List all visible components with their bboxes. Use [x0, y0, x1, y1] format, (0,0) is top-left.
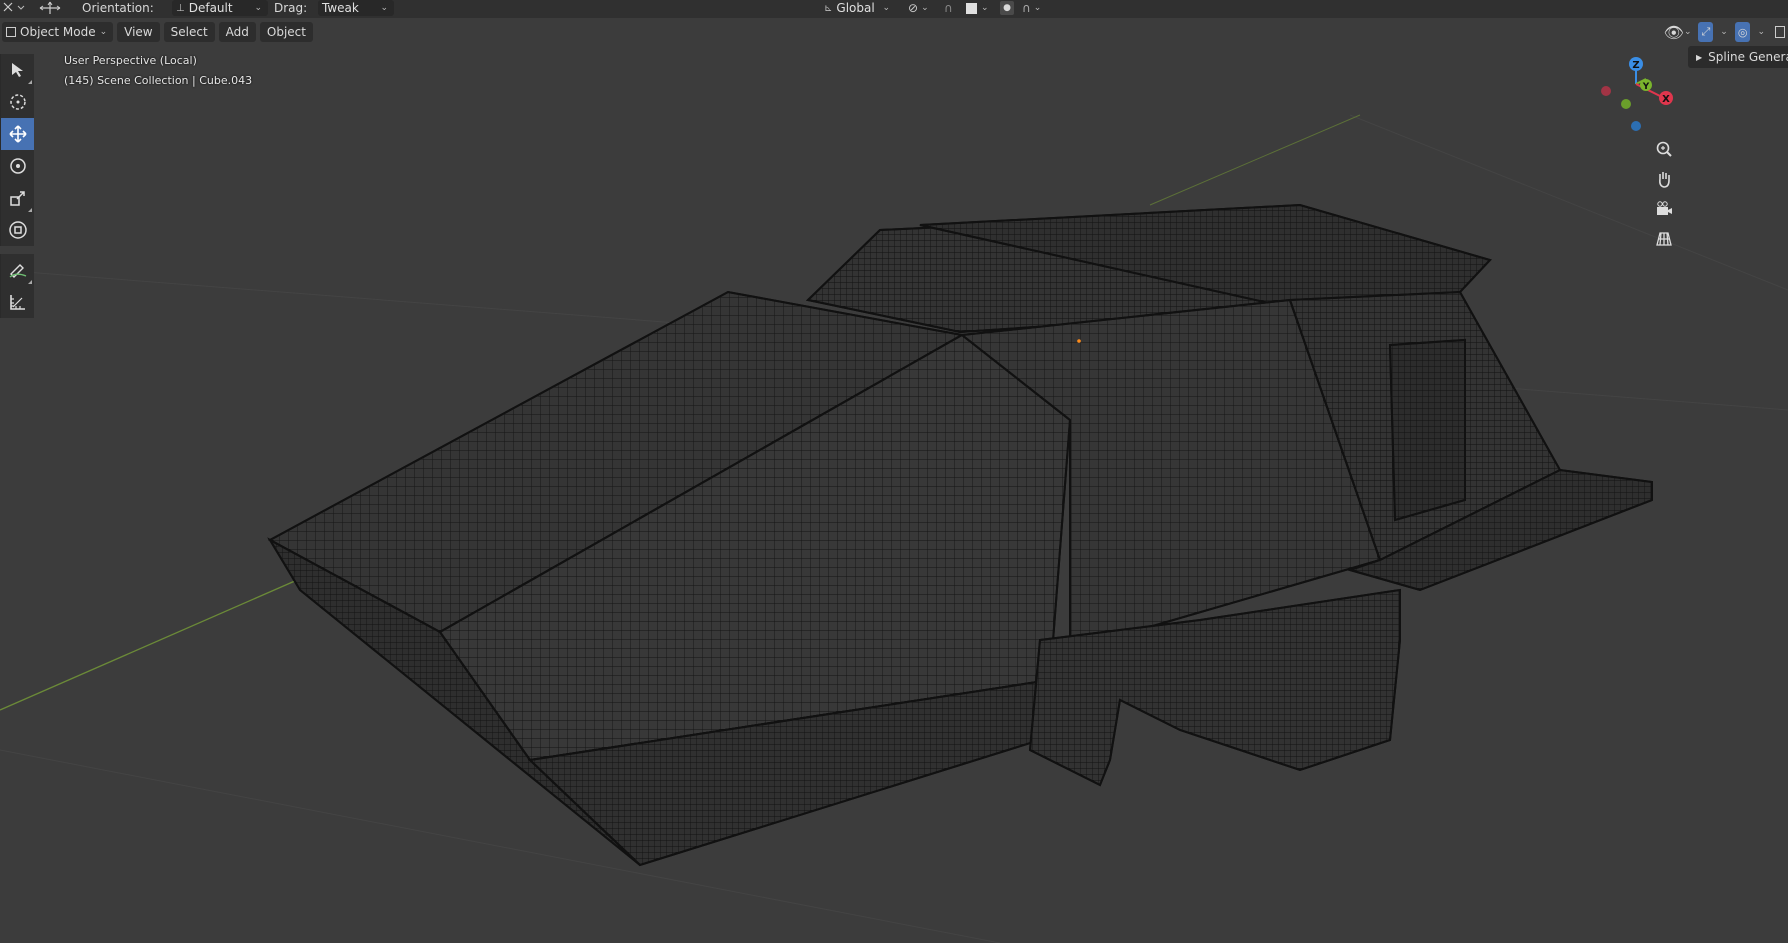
tool-settings-header: Orientation: ⊥ Default ⌄ Drag: Tweak ⌄ ⊾… [0, 0, 1788, 18]
chevron-down-icon: ⌄ [380, 2, 388, 13]
gizmo-icon: ⤢ [1701, 25, 1711, 38]
chevron-down-icon: ⌄ [921, 2, 929, 13]
chevron-down-icon: ⌄ [254, 2, 262, 13]
overlays-icon: ◎ [1737, 25, 1748, 39]
cursor-arrow-icon [11, 63, 23, 77]
expand-arrow-icon: ▶ [1696, 52, 1703, 62]
overlays-toggle[interactable]: ◎ [1734, 22, 1751, 42]
xray-icon [1775, 26, 1785, 38]
scale-icon [9, 191, 25, 206]
pencil-icon [9, 264, 26, 278]
scale-tool[interactable] [0, 182, 34, 214]
eye-icon: 👁 [1663, 22, 1684, 42]
chevron-down-icon: ⌄ [1683, 27, 1692, 37]
orientation-value: Default [188, 0, 233, 15]
falloff-curve-icon: ∩ [1022, 0, 1031, 15]
menu-object[interactable]: Object [259, 22, 313, 42]
gizmo-dropdown[interactable]: ⌄ [1717, 22, 1731, 42]
orientation-label: Orientation: [82, 0, 154, 15]
transform-icon [8, 221, 27, 239]
collection-label: (145) Scene Collection | Cube.043 [64, 74, 253, 87]
visibility-dropdown[interactable]: 👁 ⌄ [1661, 22, 1695, 42]
chevron-down-icon: ⌄ [882, 2, 890, 13]
3d-viewport[interactable]: Orientation: ⊥ Default ⌄ Drag: Tweak ⌄ ⊾… [0, 0, 1788, 943]
proportional-icon: ● [1000, 1, 1014, 15]
zoom-button[interactable] [1651, 136, 1677, 162]
chevron-down-icon: ⌄ [1757, 27, 1765, 37]
object-mode-icon [6, 27, 16, 37]
drag-value: Tweak [322, 0, 359, 15]
axes-icon: ⊾ [824, 2, 833, 14]
pivot-point-dropdown[interactable]: ⊘ ⌄ [908, 0, 929, 16]
xray-toggle[interactable] [1772, 22, 1788, 42]
sidebar-tab-spline[interactable]: ▶ Spline Genera [1688, 46, 1788, 68]
grid-icon [1656, 232, 1672, 246]
transform-pivot-icon[interactable] [2, 0, 26, 16]
gizmo-z-label: Z [1632, 60, 1639, 71]
chevron-down-icon: ⌄ [99, 27, 108, 37]
camera-icon [1657, 201, 1672, 215]
transform-orientation-value: Global [836, 0, 875, 15]
tool-shelf [0, 54, 36, 318]
camera-view-button[interactable] [1651, 196, 1677, 222]
gizmo-neg-y[interactable] [1621, 99, 1631, 109]
gizmo-toggle[interactable]: ⤢ [1698, 22, 1714, 42]
orientation-icon: ⊥ [176, 2, 185, 14]
gizmo-neg-z[interactable] [1631, 121, 1641, 131]
chevron-down-icon: ⌄ [981, 2, 989, 13]
perspective-label: User Perspective (Local) [64, 54, 197, 67]
square-icon [966, 2, 977, 14]
mode-label: Object Mode [20, 25, 96, 39]
proportional-edit-toggle[interactable]: ● [1000, 0, 1014, 16]
transform-tool[interactable] [0, 214, 34, 246]
object-origin [1077, 339, 1081, 343]
cursor-tool[interactable] [0, 86, 34, 118]
overlays-dropdown[interactable]: ⌄ [1754, 22, 1768, 42]
pan-button[interactable] [1651, 166, 1677, 192]
perspective-toggle-button[interactable] [1651, 226, 1677, 252]
snap-toggle[interactable]: ∩ [944, 0, 953, 16]
magnet-icon: ∩ [944, 0, 953, 15]
viewport-right-header: 👁 ⌄ ⤢ ⌄ ◎ ⌄ [1661, 21, 1788, 43]
snap-target-dropdown[interactable]: ⌄ [966, 0, 989, 16]
ruler-icon [9, 295, 25, 310]
mesh-cube-043[interactable] [267, 203, 1653, 867]
hand-icon [1659, 172, 1670, 188]
chevron-down-icon: ⌄ [1033, 2, 1042, 13]
transform-orientation-dropdown[interactable]: ⊾ Global ⌄ [820, 0, 896, 16]
menu-add[interactable]: Add [218, 22, 256, 42]
drag-label: Drag: [274, 0, 308, 15]
viewport-header: Object Mode ⌄ View Select Add Object [0, 21, 313, 43]
move-tool[interactable] [0, 118, 34, 150]
annotate-tool[interactable] [0, 254, 34, 286]
mode-dropdown[interactable]: Object Mode ⌄ [2, 22, 114, 42]
select-box-tool[interactable] [0, 54, 34, 86]
menu-view[interactable]: View [117, 22, 160, 42]
gizmo-neg-x[interactable] [1601, 86, 1611, 96]
y-axis-line [0, 569, 321, 711]
chevron-down-icon: ⌄ [1720, 27, 1728, 37]
navigation-gizmo[interactable]: Z Y X [1596, 52, 1676, 132]
gizmo-y-label: Y [1642, 82, 1650, 92]
y-axis-line [1149, 114, 1361, 206]
move-gizmo-icon[interactable] [38, 0, 62, 16]
zoom-icon [1656, 141, 1672, 157]
viewport-scene[interactable] [0, 0, 1788, 943]
measure-tool[interactable] [0, 286, 34, 318]
sidebar-tab-label: Spline Genera [1708, 50, 1788, 64]
orientation-dropdown[interactable]: ⊥ Default ⌄ [172, 0, 268, 16]
rotate-tool[interactable] [0, 150, 34, 182]
drag-dropdown[interactable]: Tweak ⌄ [318, 0, 394, 16]
falloff-dropdown[interactable]: ∩ ⌄ [1022, 0, 1041, 16]
move-icon [8, 125, 27, 143]
link-icon: ⊘ [908, 0, 919, 15]
gizmo-x-label: X [1662, 94, 1670, 105]
cursor-3d-icon [9, 94, 26, 110]
menu-select[interactable]: Select [163, 22, 215, 42]
rotate-icon [9, 158, 26, 174]
